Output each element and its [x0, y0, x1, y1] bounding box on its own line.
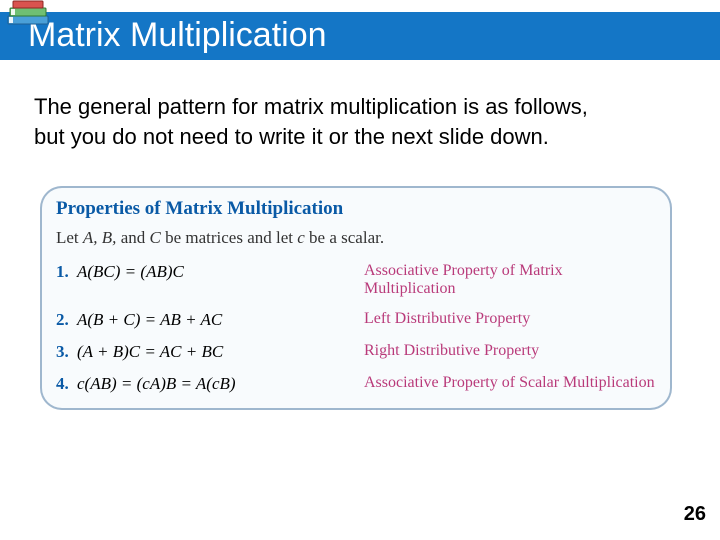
- sub-pre: Let: [56, 228, 83, 247]
- body-line-2: but you do not need to write it or the n…: [34, 124, 549, 149]
- item-description: Right Distributive Property: [364, 342, 656, 362]
- item-number: 2.: [56, 310, 69, 329]
- properties-heading: Properties of Matrix Multiplication: [56, 198, 656, 220]
- item-number: 3.: [56, 342, 69, 361]
- slide-title: Matrix Multiplication: [28, 16, 327, 55]
- sub-var-c-lower: c: [297, 228, 305, 247]
- item-equation: (A + B)C = AC + BC: [77, 342, 223, 361]
- body-text: The general pattern for matrix multiplic…: [34, 92, 674, 153]
- item-number: 4.: [56, 374, 69, 393]
- item-equation: c(AB) = (cA)B = A(cB): [77, 374, 236, 393]
- item-equation: A(B + C) = AB + AC: [77, 310, 222, 329]
- item-number: 1.: [56, 262, 69, 281]
- item-equation: A(BC) = (AB)C: [77, 262, 184, 281]
- properties-subheading: Let A, B, and C be matrices and let c be…: [56, 228, 656, 248]
- page-number: 26: [684, 503, 706, 526]
- sub-mid2: be matrices and let: [161, 228, 297, 247]
- slide: Matrix Multiplication The general patter…: [0, 0, 720, 540]
- sub-vars-ab: A, B,: [83, 228, 117, 247]
- title-bar: Matrix Multiplication: [0, 12, 720, 60]
- sub-var-c-upper: C: [149, 228, 160, 247]
- books-icon: [6, 0, 52, 30]
- sub-post: be a scalar.: [305, 228, 384, 247]
- list-item: 2. A(B + C) = AB + AC: [56, 310, 356, 330]
- item-description: Associative Property of Scalar Multiplic…: [364, 374, 656, 394]
- list-item: 1. A(BC) = (AB)C: [56, 262, 356, 298]
- body-line-1: The general pattern for matrix multiplic…: [34, 94, 588, 119]
- list-item: 4. c(AB) = (cA)B = A(cB): [56, 374, 356, 394]
- properties-box: Properties of Matrix Multiplication Let …: [42, 186, 670, 410]
- item-description: Left Distributive Property: [364, 310, 656, 330]
- item-description: Associative Property of Matrix Multiplic…: [364, 262, 656, 298]
- sub-mid1: and: [116, 228, 149, 247]
- properties-list: 1. A(BC) = (AB)C Associative Property of…: [56, 262, 656, 394]
- list-item: 3. (A + B)C = AC + BC: [56, 342, 356, 362]
